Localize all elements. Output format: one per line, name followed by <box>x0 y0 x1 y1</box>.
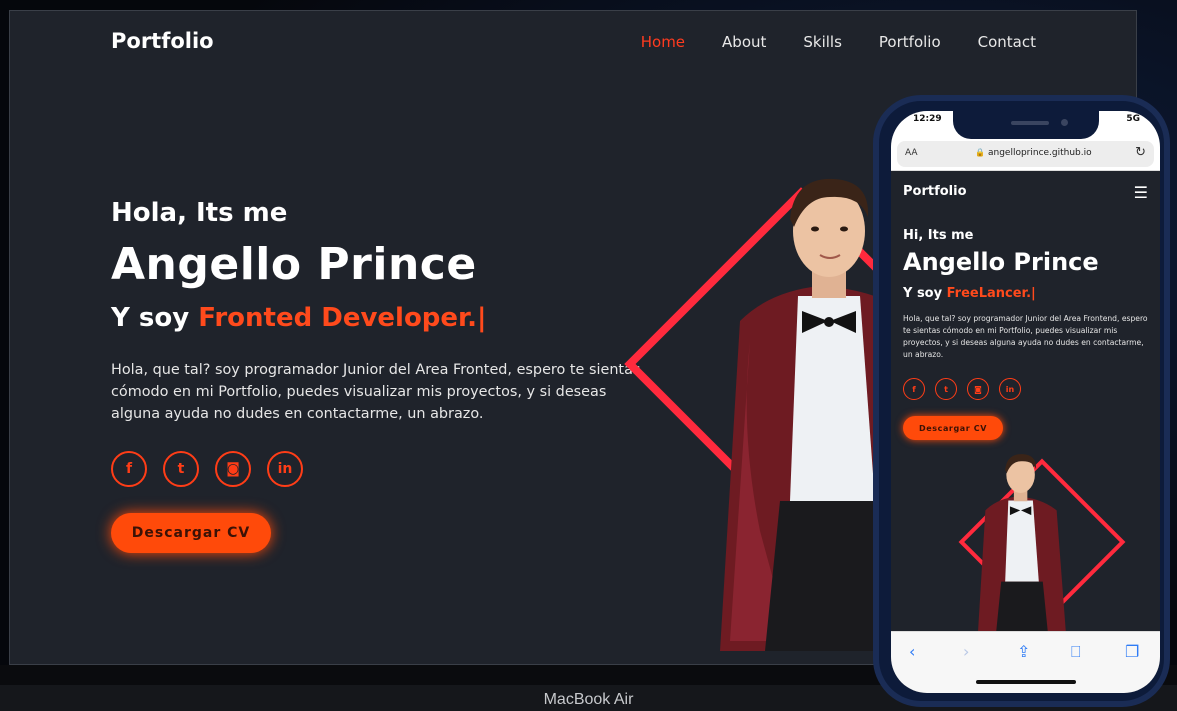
hero-name: Angello Prince <box>111 239 477 290</box>
signal-icon: 5G <box>1126 114 1140 124</box>
safari-toolbar: ‹ › ⇪ ⎕ ❐ <box>891 631 1160 693</box>
hero-description: Hola, que tal? soy programador Junior de… <box>111 362 641 422</box>
mobile-nav-logo[interactable]: Portfolio <box>903 184 967 199</box>
phone-device: 12:29 5G AA 🔒 angelloprince.github.io ↻ P… <box>873 95 1170 707</box>
phone-screen: 12:29 5G AA 🔒 angelloprince.github.io ↻ P… <box>891 111 1160 693</box>
nav-logo[interactable]: Portfolio <box>111 29 214 53</box>
nav-links: Home About Skills Portfolio Contact <box>641 33 1036 51</box>
text-size-button[interactable]: AA <box>905 148 918 158</box>
nav-link-home[interactable]: Home <box>641 33 685 51</box>
twitter-icon[interactable]: t <box>935 378 957 400</box>
facebook-icon[interactable]: f <box>903 378 925 400</box>
speaker-grille <box>1011 121 1049 125</box>
facebook-icon[interactable]: f <box>111 451 147 487</box>
download-cv-button[interactable]: Descargar CV <box>111 513 271 553</box>
mobile-portrait-person-image <box>977 454 1067 641</box>
hero-role-prefix: Y soy <box>111 303 199 333</box>
hero-greeting: Hola, Its me <box>111 198 288 228</box>
mobile-hero-name: Angello Prince <box>903 248 1099 276</box>
mobile-hero-portrait <box>931 451 1131 641</box>
hero-role-accent: Fronted Developer. <box>198 303 478 333</box>
hamburger-menu-icon[interactable]: ☰ <box>1134 183 1148 202</box>
browser-address-bar: AA 🔒 angelloprince.github.io ↻ <box>891 139 1160 171</box>
phone-notch <box>953 111 1099 139</box>
mobile-role-accent: FreeLancer. <box>946 286 1032 301</box>
forward-icon[interactable]: › <box>963 642 969 661</box>
nav-link-skills[interactable]: Skills <box>803 33 842 51</box>
instagram-icon[interactable]: ◙ <box>967 378 989 400</box>
mobile-typing-cursor: | <box>1031 286 1036 301</box>
social-links: f t ◙ in <box>111 451 303 487</box>
mobile-hero-role: Y soy FreeLancer.| <box>903 286 1036 301</box>
nav-link-contact[interactable]: Contact <box>978 33 1036 51</box>
url-field[interactable]: AA 🔒 angelloprince.github.io ↻ <box>897 141 1154 167</box>
bookmarks-icon[interactable]: ⎕ <box>1071 642 1081 662</box>
linkedin-icon[interactable]: in <box>267 451 303 487</box>
back-icon[interactable]: ‹ <box>909 642 915 661</box>
share-icon[interactable]: ⇪ <box>1017 642 1030 661</box>
instagram-icon[interactable]: ◙ <box>215 451 251 487</box>
lock-icon: 🔒 <box>975 148 985 157</box>
home-indicator <box>976 680 1076 684</box>
twitter-icon[interactable]: t <box>163 451 199 487</box>
url-value: angelloprince.github.io <box>987 148 1092 158</box>
hero-role: Y soy Fronted Developer.| <box>111 303 487 333</box>
linkedin-icon[interactable]: in <box>999 378 1021 400</box>
mobile-role-prefix: Y soy <box>903 286 947 301</box>
typing-cursor: | <box>477 303 487 333</box>
reload-icon[interactable]: ↻ <box>1135 145 1146 160</box>
mobile-download-cv-button[interactable]: Descargar CV <box>903 416 1003 440</box>
tabs-icon[interactable]: ❐ <box>1125 642 1139 661</box>
url-text: 🔒 angelloprince.github.io <box>975 148 1092 158</box>
nav-link-about[interactable]: About <box>722 33 766 51</box>
status-time: 12:29 <box>913 114 942 124</box>
front-camera <box>1061 119 1068 126</box>
mobile-hero-description: Hola, que tal? soy programador Junior de… <box>903 314 1148 359</box>
nav-link-portfolio[interactable]: Portfolio <box>879 33 941 51</box>
mobile-social-links: f t ◙ in <box>903 378 1021 400</box>
mobile-hero-greeting: Hi, Its me <box>903 228 974 243</box>
